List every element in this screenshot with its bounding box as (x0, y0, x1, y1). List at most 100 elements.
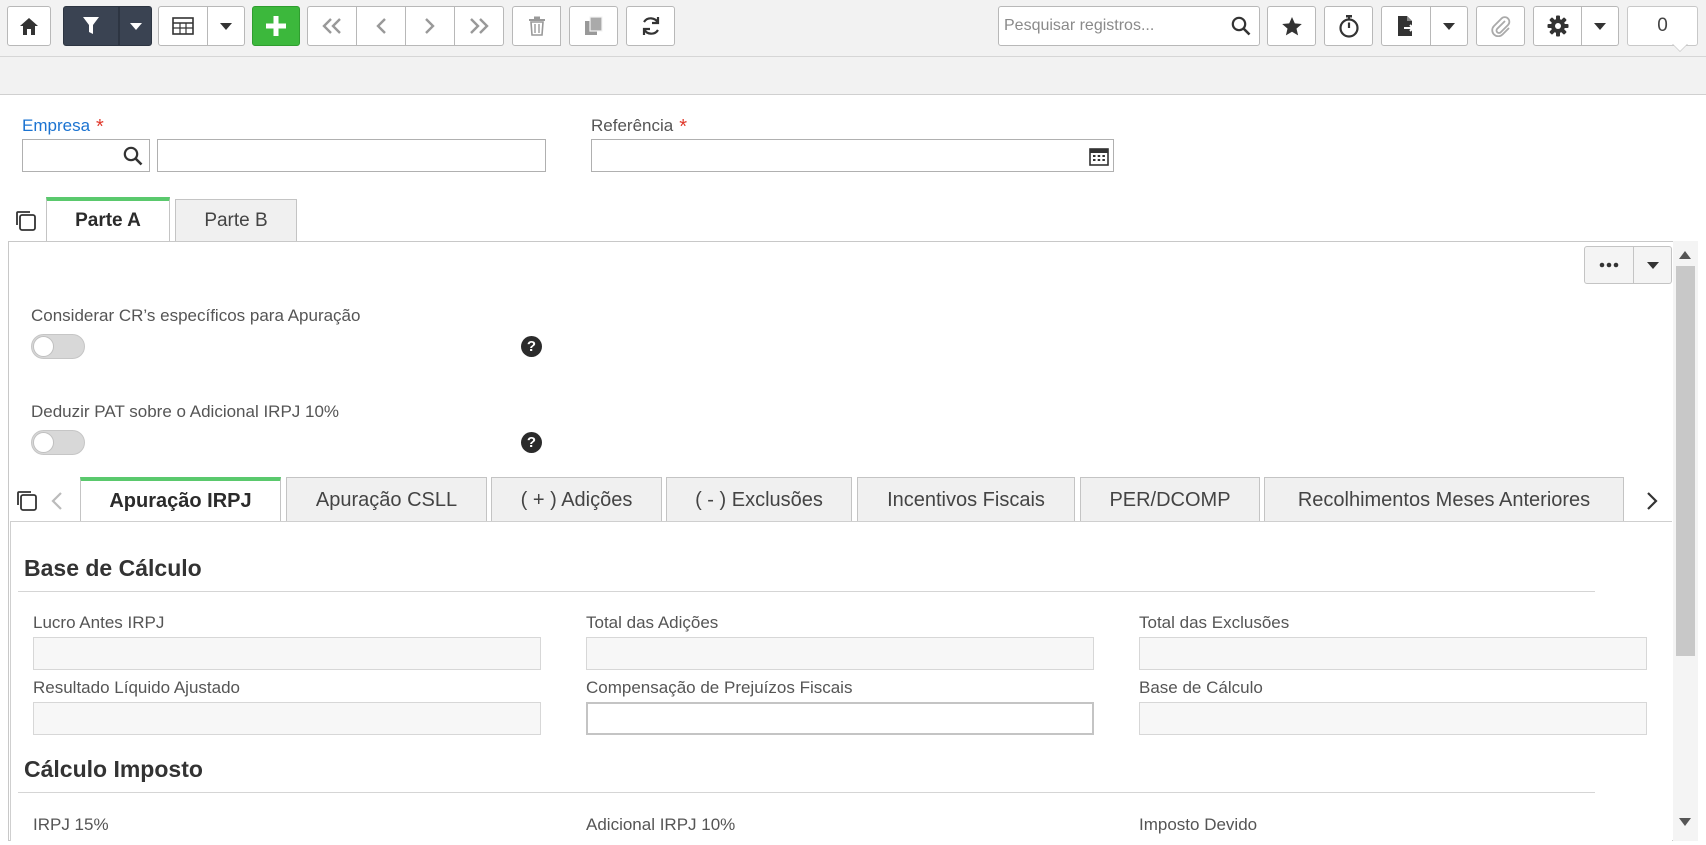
chevron-right-icon (425, 18, 435, 34)
home-button[interactable] (7, 6, 51, 46)
scroll-down-icon[interactable] (1679, 818, 1691, 826)
table-icon (172, 17, 194, 35)
paperclip-icon (1490, 16, 1510, 37)
tab-incentivos-fiscais[interactable]: Incentivos Fiscais (857, 477, 1075, 522)
section-base-calculo-title: Base de Cálculo (24, 555, 202, 581)
total-adicoes-field (586, 637, 1094, 670)
caret-down-icon (129, 22, 142, 30)
toggle-knob (33, 432, 54, 453)
irpj-15-label: IRPJ 15% (33, 815, 109, 834)
timer-button[interactable] (1324, 6, 1373, 46)
lucro-antes-irpj-label: Lucro Antes IRPJ (33, 613, 165, 632)
file-export-icon (1398, 16, 1415, 36)
ellipsis-icon (1599, 262, 1619, 268)
grid-view-button[interactable] (158, 6, 208, 46)
home-icon (20, 17, 38, 35)
empresa-name-field[interactable] (157, 139, 546, 172)
attachments-button[interactable] (1476, 6, 1525, 46)
copy-tabs-icon[interactable] (14, 209, 38, 233)
section-divider (18, 591, 1595, 592)
tab-recolhimentos-meses-anteriores[interactable]: Recolhimentos Meses Anteriores (1264, 477, 1624, 522)
total-exclusoes-label: Total das Exclusões (1139, 613, 1290, 632)
required-marker: * (96, 116, 104, 138)
secondary-bar (0, 57, 1706, 95)
scrollbar-thumb[interactable] (1676, 266, 1695, 656)
deduzir-pat-toggle[interactable] (31, 430, 85, 455)
copy-icon (584, 16, 603, 35)
more-actions-dropdown-button[interactable] (1634, 246, 1672, 284)
stopwatch-icon (1338, 15, 1359, 38)
empresa-code-field[interactable] (22, 139, 150, 172)
total-adicoes-label: Total das Adições (586, 613, 719, 632)
gear-icon (1547, 15, 1568, 37)
tab-parte-b[interactable]: Parte B (175, 199, 297, 241)
scroll-up-icon[interactable] (1679, 251, 1691, 259)
referencia-field[interactable] (591, 139, 1114, 172)
settings-button[interactable] (1533, 6, 1582, 46)
caret-down-icon (1594, 22, 1606, 30)
caret-down-icon (220, 22, 232, 30)
export-button[interactable] (1381, 6, 1431, 46)
delete-button[interactable] (512, 6, 561, 46)
search-box (998, 6, 1260, 46)
export-dropdown-button[interactable] (1431, 6, 1468, 46)
favorites-button[interactable] (1267, 6, 1316, 46)
tab-adicoes[interactable]: ( + ) Adições (491, 477, 662, 522)
chevron-left-icon (376, 18, 386, 34)
add-record-button[interactable] (252, 6, 300, 46)
star-icon (1281, 16, 1302, 35)
tab-parte-a[interactable]: Parte A (46, 197, 170, 241)
calendar-icon[interactable] (1089, 146, 1109, 166)
more-actions-button[interactable] (1584, 246, 1634, 284)
total-exclusoes-field (1139, 637, 1647, 670)
last-record-button[interactable] (455, 6, 504, 46)
search-icon[interactable] (1231, 16, 1251, 36)
refresh-button[interactable] (626, 6, 675, 46)
tab-per-dcomp[interactable]: PER/DCOMP (1080, 477, 1260, 522)
first-record-button[interactable] (307, 6, 357, 46)
grid-view-dropdown-button[interactable] (208, 6, 245, 46)
referencia-label: Referência * (591, 114, 687, 138)
plus-icon (266, 16, 286, 36)
copy-tabs-icon[interactable] (15, 489, 39, 513)
tab-apuracao-irpj[interactable]: Apuração IRPJ (80, 477, 281, 522)
chevron-right-icon[interactable] (1646, 491, 1658, 511)
caret-down-icon (1646, 261, 1659, 269)
referencia-label-text: Referência (591, 116, 674, 135)
record-counter[interactable]: 0 (1627, 6, 1698, 46)
lucro-antes-irpj-field (33, 637, 541, 670)
caret-down-icon (1443, 22, 1455, 30)
filter-button[interactable] (63, 6, 119, 46)
filter-dropdown-button[interactable] (119, 6, 152, 46)
counter-pointer-fill (1673, 44, 1687, 51)
filter-icon (83, 17, 99, 34)
imposto-devido-label: Imposto Devido (1139, 815, 1258, 834)
toggle-knob (33, 336, 54, 357)
refresh-icon (642, 17, 659, 35)
chevron-left-icon[interactable] (51, 491, 63, 511)
base-calculo-label: Base de Cálculo (1139, 678, 1263, 697)
deduzir-pat-label: Deduzir PAT sobre o Adicional IRPJ 10% (31, 402, 340, 421)
section-calculo-imposto-title: Cálculo Imposto (24, 756, 203, 782)
duplicate-button[interactable] (569, 6, 618, 46)
tab-apuracao-csll[interactable]: Apuração CSLL (286, 477, 487, 522)
trash-icon (528, 16, 545, 36)
considerar-crs-toggle[interactable] (31, 334, 85, 359)
compensacao-prejuizos-field[interactable] (586, 702, 1094, 735)
double-chevron-left-icon (322, 18, 341, 34)
resultado-liquido-field (33, 702, 541, 735)
empresa-label: Empresa * (22, 114, 104, 138)
tab-exclusoes[interactable]: ( - ) Exclusões (666, 477, 852, 522)
search-input[interactable] (1004, 15, 1224, 37)
double-chevron-right-icon (470, 18, 489, 34)
help-icon[interactable]: ? (521, 336, 542, 357)
adicional-irpj-10-label: Adicional IRPJ 10% (586, 815, 736, 834)
next-record-button[interactable] (406, 6, 455, 46)
previous-record-button[interactable] (357, 6, 406, 46)
help-icon[interactable]: ? (521, 432, 542, 453)
settings-dropdown-button[interactable] (1582, 6, 1619, 46)
compensacao-prejuizos-label: Compensação de Prejuízos Fiscais (586, 678, 853, 697)
section-divider (18, 792, 1595, 793)
search-icon[interactable] (123, 146, 143, 166)
resultado-liquido-label: Resultado Líquido Ajustado (33, 678, 240, 697)
